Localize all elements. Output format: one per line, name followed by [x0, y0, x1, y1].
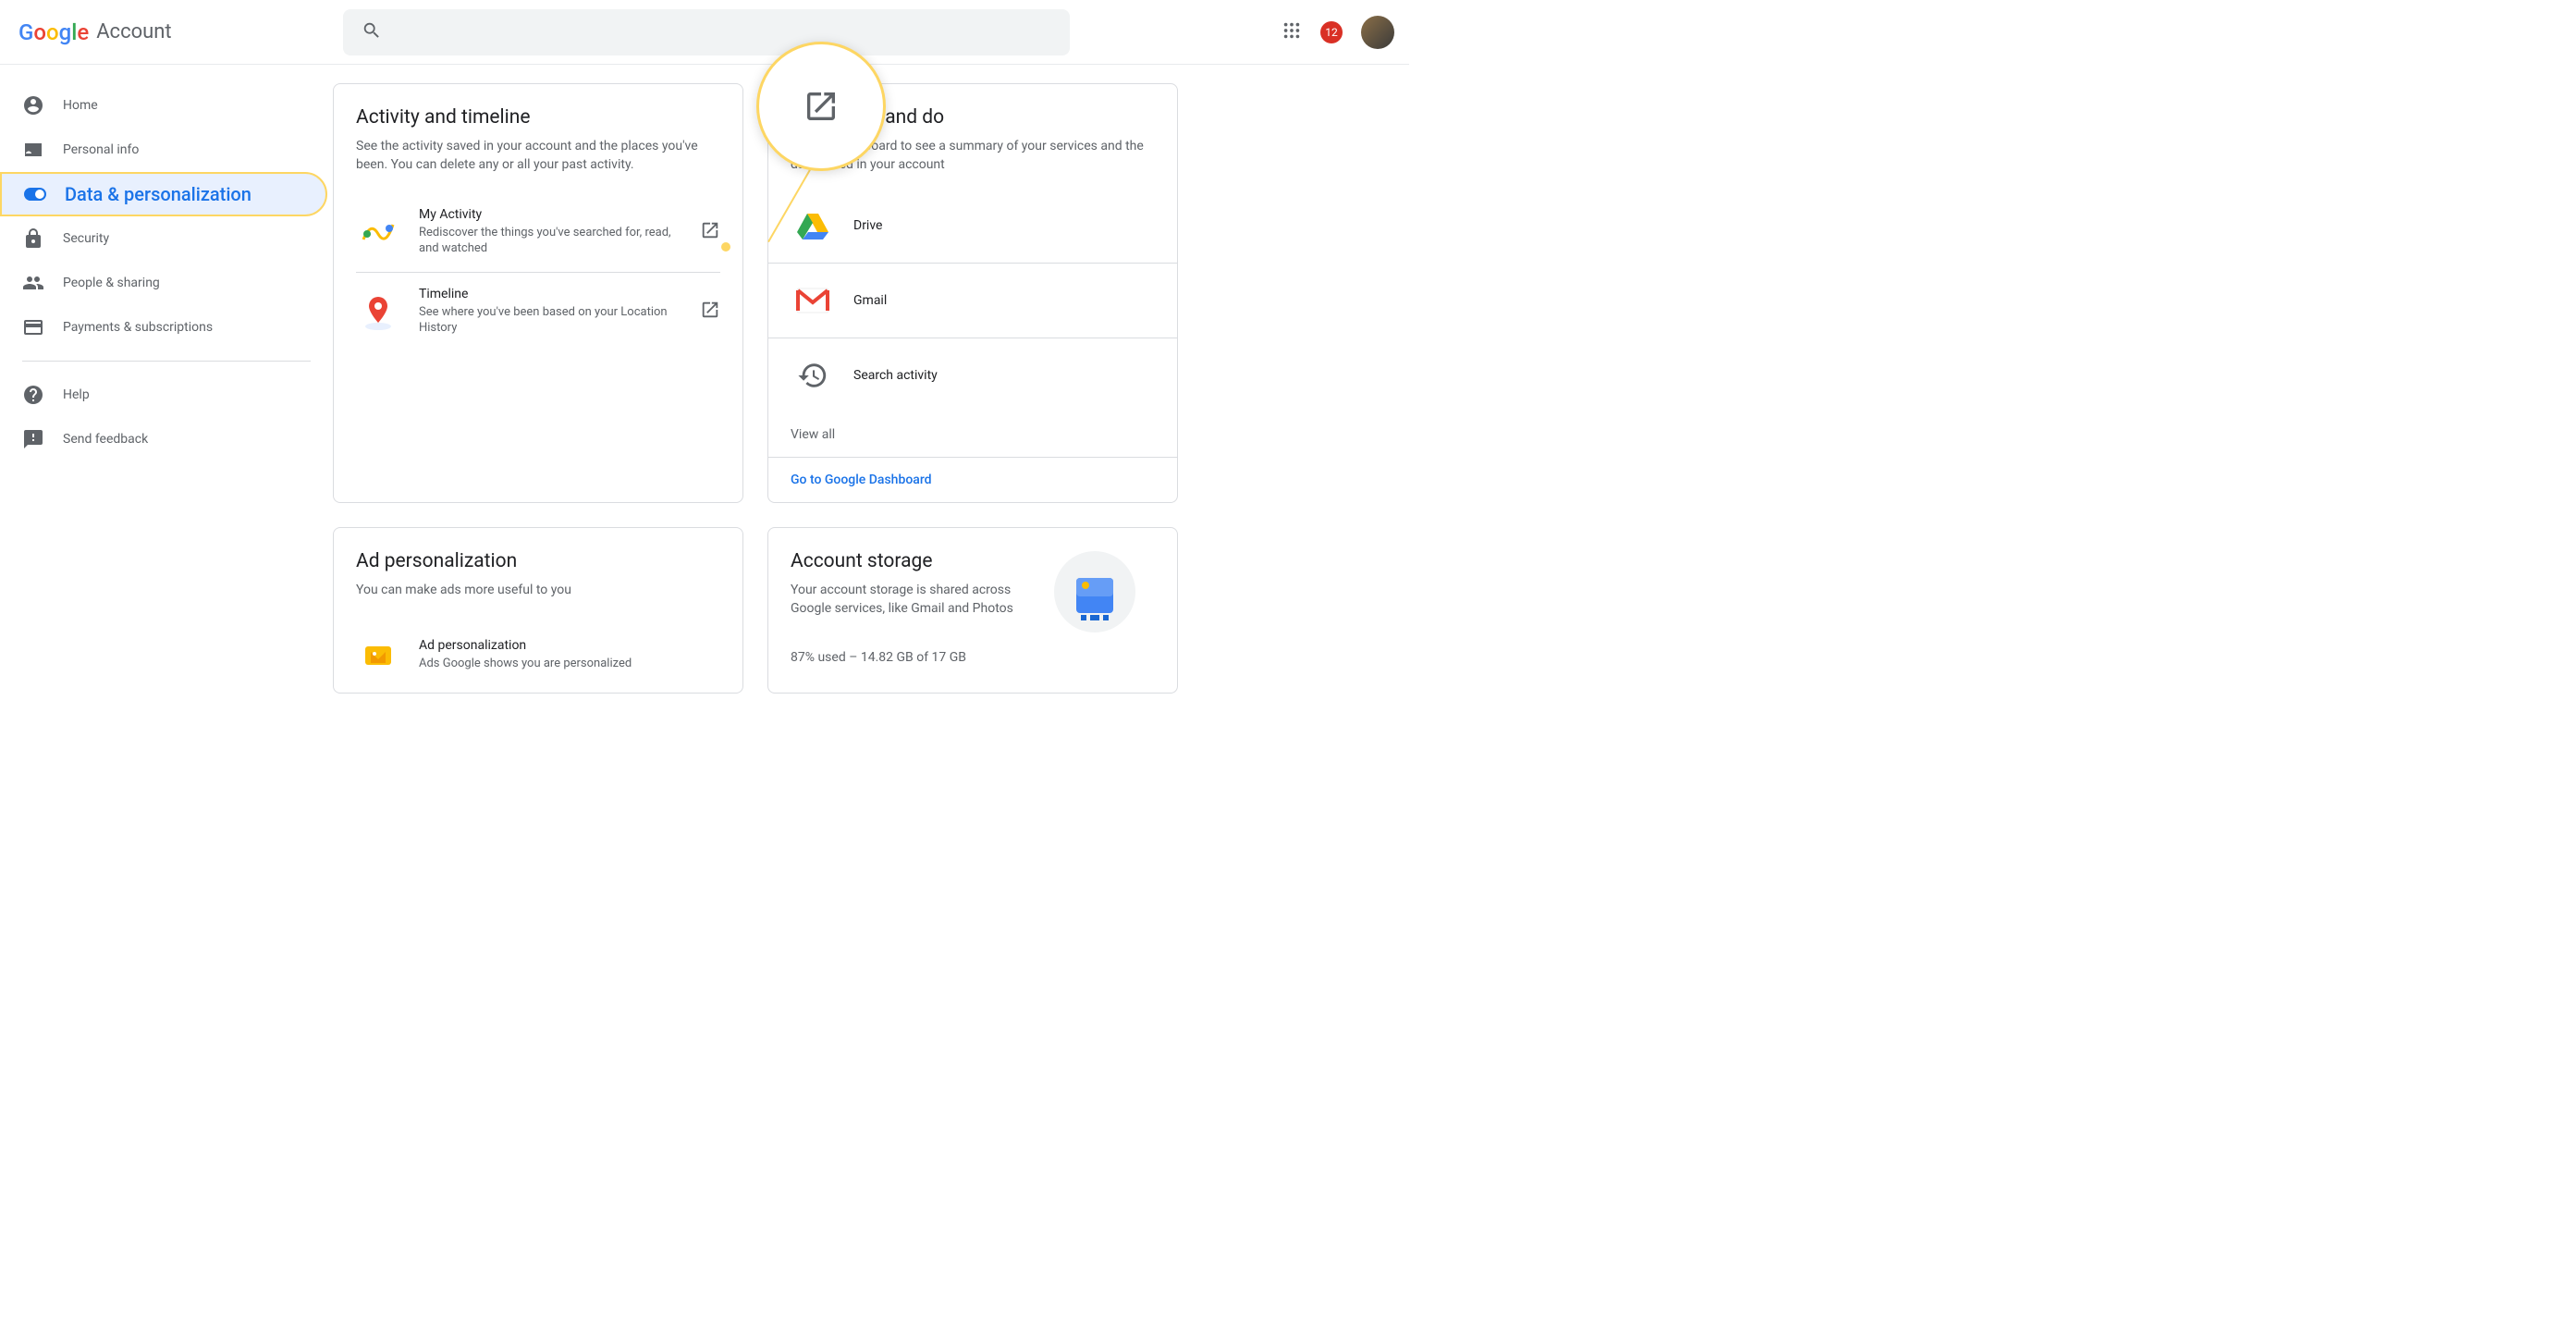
- storage-usage: 87% used – 14.82 GB of 17 GB: [768, 641, 1177, 665]
- header-right: 12: [1282, 16, 1394, 49]
- sidebar-item-home[interactable]: Home: [0, 83, 333, 128]
- card-title: Activity and timeline: [356, 106, 720, 129]
- open-external-icon: [803, 88, 840, 125]
- sidebar-item-people-sharing[interactable]: People & sharing: [0, 261, 333, 305]
- sidebar: Home Personal info Data & personalizatio…: [0, 65, 333, 461]
- lock-icon: [22, 227, 44, 250]
- main-content: Activity and timeline See the activity s…: [333, 65, 1409, 725]
- sidebar-item-personal-info[interactable]: Personal info: [0, 128, 333, 172]
- feedback-icon: [22, 428, 44, 450]
- service-search-activity[interactable]: Search activity: [768, 338, 1177, 412]
- account-storage-card: Account storage Your account storage is …: [767, 527, 1178, 694]
- card-title: Account storage: [791, 550, 1053, 572]
- id-card-icon: [22, 139, 44, 161]
- ad-personalization-row[interactable]: Ad personalization Ads Google shows you …: [334, 619, 742, 693]
- avatar[interactable]: [1361, 16, 1394, 49]
- open-external-icon: [700, 300, 720, 324]
- ad-personalization-card: Ad personalization You can make ads more…: [333, 527, 743, 694]
- search-icon: [362, 20, 382, 44]
- sidebar-label: Personal info: [63, 142, 139, 157]
- sidebar-label: Help: [63, 387, 90, 402]
- sidebar-label: Payments & subscriptions: [63, 320, 213, 335]
- sidebar-item-data-personalization[interactable]: Data & personalization: [0, 172, 327, 216]
- go-dashboard-link[interactable]: Go to Google Dashboard: [768, 457, 1177, 502]
- person-circle-icon: [22, 94, 44, 117]
- search-input[interactable]: [343, 9, 1070, 55]
- item-sub: Ads Google shows you are personalized: [419, 657, 720, 672]
- item-sub: See where you've been based on your Loca…: [419, 305, 681, 337]
- card-desc: You can make ads more useful to you: [356, 582, 720, 600]
- sidebar-item-payments[interactable]: Payments & subscriptions: [0, 305, 333, 350]
- item-title: Ad personalization: [419, 638, 720, 653]
- sidebar-label: People & sharing: [63, 276, 160, 290]
- sidebar-label: Data & personalization: [65, 183, 251, 205]
- sidebar-label: Security: [63, 231, 109, 246]
- app-header: Google Account 12: [0, 0, 1409, 65]
- item-title: Timeline: [419, 287, 681, 301]
- sidebar-item-feedback[interactable]: Send feedback: [0, 417, 333, 461]
- activity-timeline-card: Activity and timeline See the activity s…: [333, 83, 743, 503]
- service-drive[interactable]: Drive: [768, 189, 1177, 263]
- google-logo[interactable]: Google Account: [18, 19, 172, 45]
- service-label: Drive: [853, 218, 882, 233]
- tag-icon: [356, 633, 400, 678]
- service-label: Gmail: [853, 293, 887, 308]
- people-icon: [22, 272, 44, 294]
- open-external-icon: [700, 220, 720, 244]
- storage-illustration-icon: [1053, 550, 1136, 633]
- apps-icon[interactable]: [1282, 20, 1302, 44]
- help-icon: [22, 384, 44, 406]
- callout-highlight: [756, 42, 886, 171]
- sidebar-label: Home: [63, 98, 98, 113]
- map-pin-icon: [356, 289, 400, 334]
- toggle-icon: [24, 183, 46, 205]
- card-desc: See the activity saved in your account a…: [356, 138, 720, 174]
- timeline-row[interactable]: Timeline See where you've been based on …: [334, 272, 742, 351]
- sidebar-item-security[interactable]: Security: [0, 216, 333, 261]
- drive-icon: [791, 209, 835, 242]
- item-sub: Rediscover the things you've searched fo…: [419, 226, 681, 257]
- sidebar-label: Send feedback: [63, 432, 148, 447]
- history-icon: [791, 359, 835, 392]
- card-desc: Your account storage is shared across Go…: [791, 582, 1053, 618]
- logo-account-label: Account: [96, 20, 171, 43]
- my-activity-row[interactable]: My Activity Rediscover the things you've…: [334, 192, 742, 272]
- view-all-link[interactable]: View all: [768, 412, 1177, 457]
- callout-dot: [721, 242, 730, 252]
- sidebar-divider: [22, 361, 311, 362]
- gmail-icon: [791, 284, 835, 317]
- card-title: Ad personalization: [356, 550, 720, 572]
- item-title: My Activity: [419, 207, 681, 222]
- activity-icon: [356, 210, 400, 254]
- sidebar-item-help[interactable]: Help: [0, 373, 333, 417]
- service-gmail[interactable]: Gmail: [768, 263, 1177, 338]
- service-label: Search activity: [853, 368, 938, 383]
- card-icon: [22, 316, 44, 338]
- notifications-badge[interactable]: 12: [1320, 21, 1343, 43]
